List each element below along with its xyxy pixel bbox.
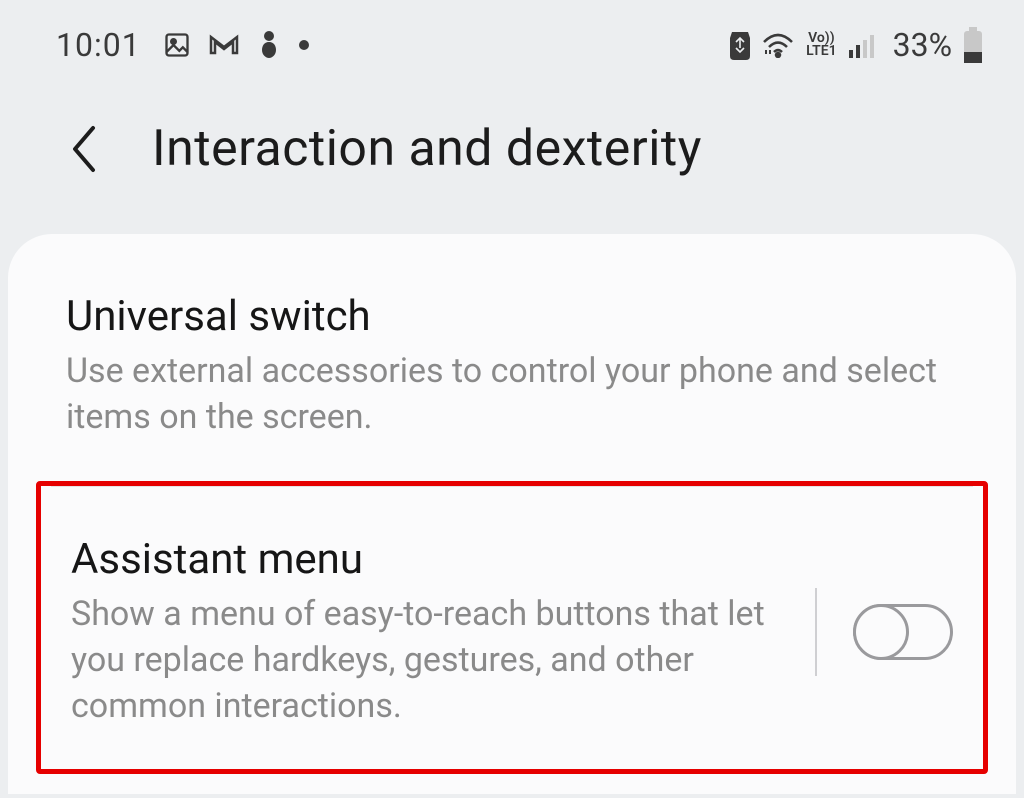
item-assistant-menu[interactable]: Assistant menu Show a menu of easy-to-re… <box>41 487 983 770</box>
status-right: Vo)) LTE1 33% <box>728 26 984 64</box>
signal-icon <box>849 32 879 58</box>
item-text: Universal switch Use external accessorie… <box>66 292 958 441</box>
settings-card: Universal switch Use external accessorie… <box>8 234 1016 794</box>
recycle-badge-icon <box>728 30 752 60</box>
assistant-menu-toggle[interactable] <box>853 604 953 660</box>
separator-line <box>815 588 817 676</box>
status-clock: 10:01 <box>56 26 141 64</box>
battery-percentage: 33% <box>893 26 952 64</box>
network-label-bottom: LTE1 <box>806 45 836 58</box>
network-label: Vo)) LTE1 <box>806 32 836 57</box>
chevron-left-icon <box>69 124 99 174</box>
gmail-icon <box>209 33 239 57</box>
person-icon <box>257 30 281 60</box>
page-title: Interaction and dexterity <box>152 120 702 178</box>
toggle-area <box>815 588 953 676</box>
header: Interaction and dexterity <box>0 72 1024 234</box>
switch-knob <box>853 604 909 660</box>
item-description: Show a menu of easy-to-reach buttons tha… <box>71 592 795 730</box>
highlight-annotation: Assistant menu Show a menu of easy-to-re… <box>36 481 988 775</box>
image-icon <box>163 31 191 59</box>
item-title: Universal switch <box>66 292 958 341</box>
wifi-icon <box>762 32 794 58</box>
back-button[interactable] <box>56 121 112 177</box>
item-description: Use external accessories to control your… <box>66 349 958 441</box>
battery-icon <box>962 27 984 63</box>
status-left: 10:01 <box>56 26 309 64</box>
item-title: Assistant menu <box>71 535 795 584</box>
item-universal-switch[interactable]: Universal switch Use external accessorie… <box>8 278 1016 481</box>
item-text: Assistant menu Show a menu of easy-to-re… <box>71 535 795 730</box>
more-notifications-dot <box>299 40 309 50</box>
status-bar: 10:01 Vo)) LTE1 33% <box>0 0 1024 72</box>
